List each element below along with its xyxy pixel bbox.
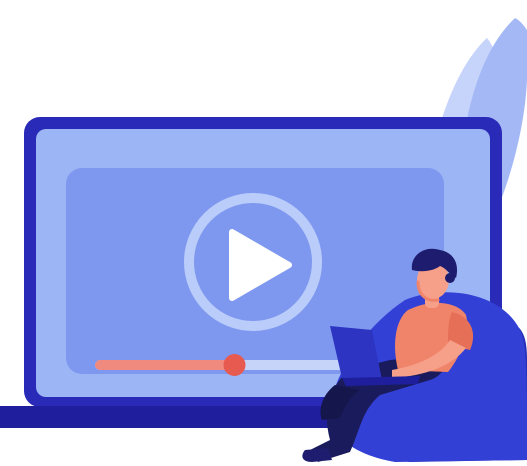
- progress-knob[interactable]: [223, 354, 246, 376]
- headset-ear: [445, 273, 455, 283]
- shoe: [302, 448, 332, 462]
- video-illustration-scene: [0, 0, 527, 466]
- progress-played: [95, 360, 235, 370]
- video-illustration: [0, 18, 527, 462]
